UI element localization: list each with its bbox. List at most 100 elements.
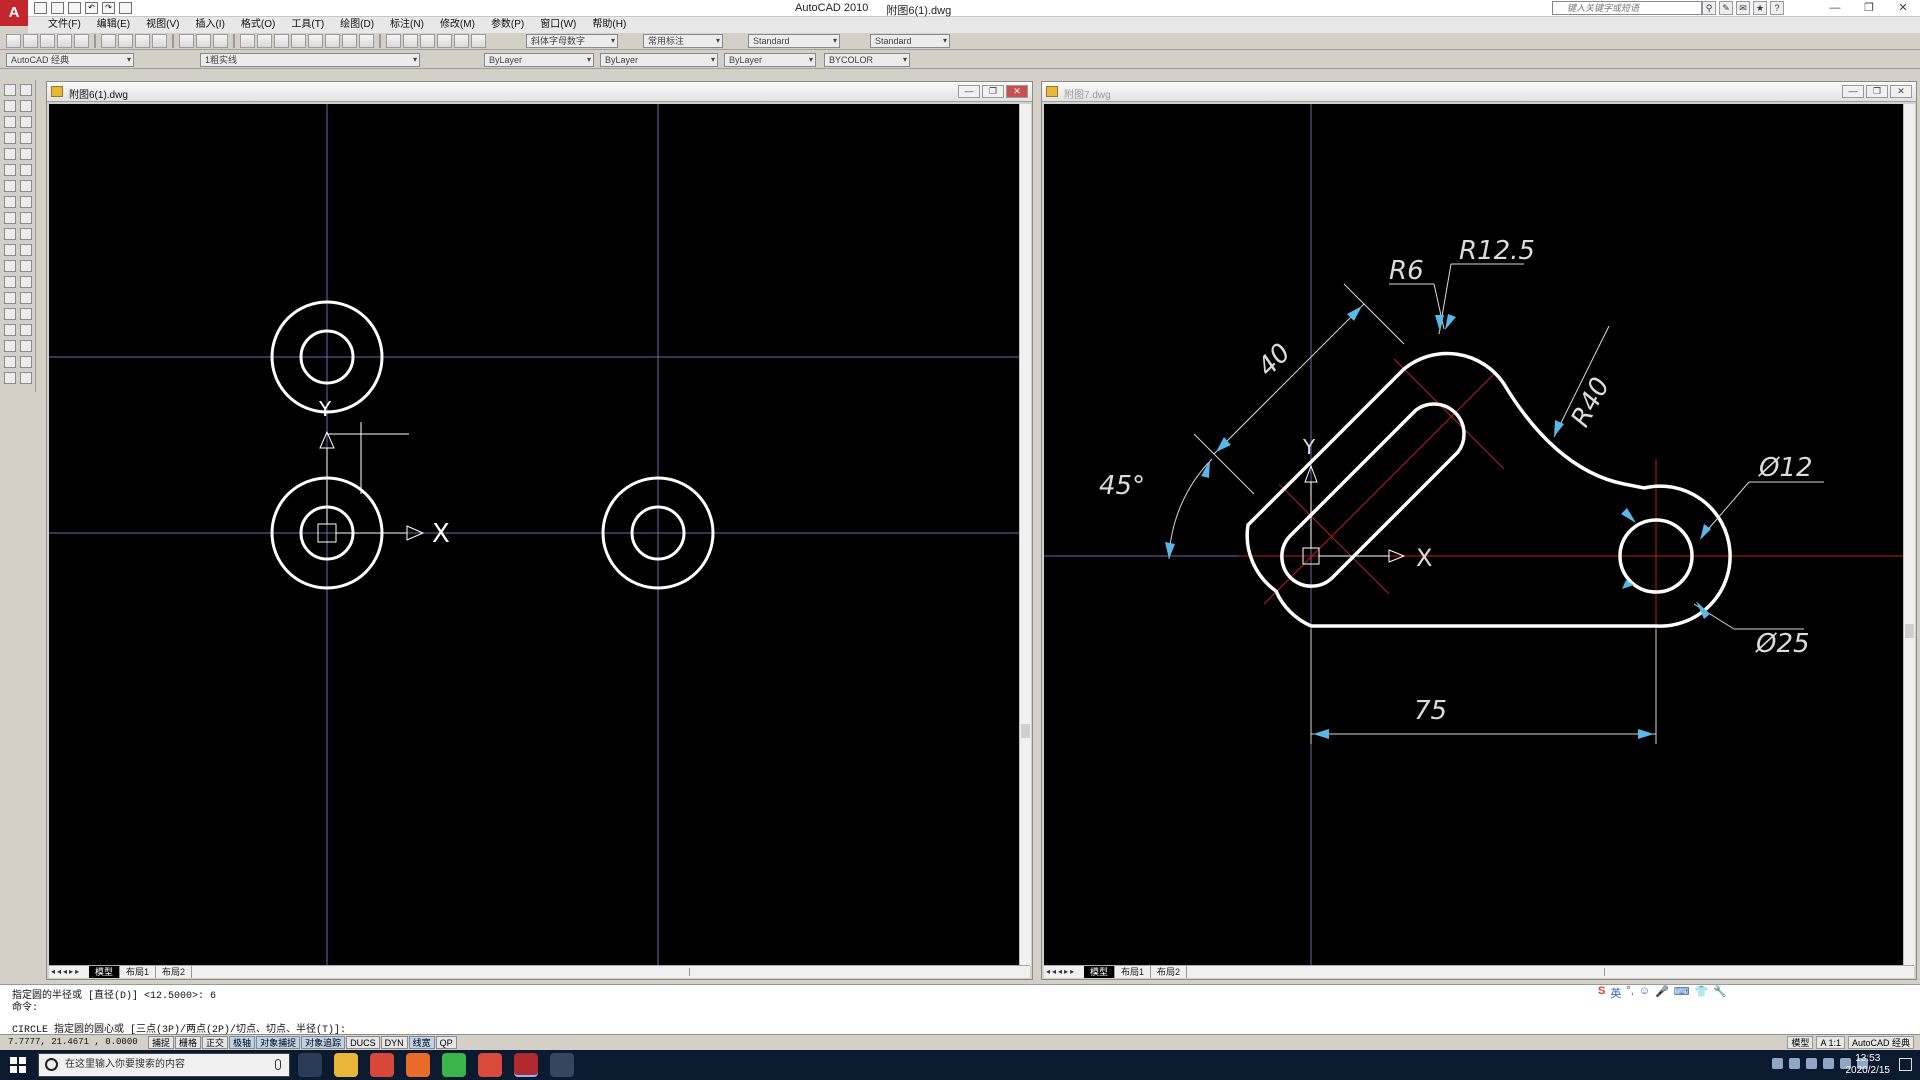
toolbar-button-icon[interactable] [74,34,89,48]
toolbar-button-icon[interactable] [94,34,96,48]
draw-tool-icon[interactable] [4,228,16,240]
modify-tool-icon[interactable] [20,132,32,144]
modify-tool-icon[interactable] [20,196,32,208]
close-button[interactable]: ✕ [1006,85,1028,98]
toolbar-button-icon[interactable] [118,34,133,48]
horizontal-scrollbar[interactable] [1604,968,1904,976]
draw-tool-icon[interactable] [4,292,16,304]
horizontal-scrollbar[interactable] [689,968,989,976]
draw-tool-icon[interactable] [4,196,16,208]
snap-toggle[interactable]: 捕捉 [148,1036,175,1049]
dyn-toggle[interactable]: DYN [380,1036,408,1049]
menu-format[interactable]: 格式(O) [233,17,283,33]
modify-tool-icon[interactable] [20,228,32,240]
binoculars-icon[interactable]: ⚲ [1702,1,1716,15]
toolbar-button-icon[interactable] [308,34,323,48]
microphone-icon[interactable] [275,1059,281,1070]
close-button[interactable]: ✕ [1886,0,1920,17]
notification-icon[interactable] [1899,1058,1912,1071]
modify-tool-icon[interactable] [20,116,32,128]
sogou-icon[interactable]: S [1598,985,1605,1000]
toolbar-button-icon[interactable] [420,34,435,48]
vertical-scrollbar[interactable] [1019,104,1031,966]
close-button[interactable]: ✕ [1890,85,1912,98]
modify-tool-icon[interactable] [20,164,32,176]
maximize-button[interactable]: ❐ [1866,85,1888,98]
toolbar-button-icon[interactable] [471,34,486,48]
menu-window[interactable]: 窗口(W) [532,17,584,33]
ime-emoji-icon[interactable]: ☺ [1639,985,1650,1000]
menu-file[interactable]: 文件(F) [40,17,89,33]
toolbar-button-icon[interactable] [152,34,167,48]
modify-tool-icon[interactable] [20,308,32,320]
modify-tool-icon[interactable] [20,292,32,304]
draw-tool-icon[interactable] [4,164,16,176]
help-icon[interactable]: ? [1770,1,1784,15]
model-space-canvas[interactable]: 75 40 45° R6 R12.5 R40 Ø12 Ø25 X Y [1044,104,1904,966]
draw-tool-icon[interactable] [4,84,16,96]
communication-icon[interactable]: ✉ [1736,1,1750,15]
modify-tool-icon[interactable] [20,260,32,272]
menu-view[interactable]: 视图(V) [138,17,187,33]
toolbar-button-icon[interactable] [454,34,469,48]
tab-model[interactable]: 模型 [1084,966,1116,978]
tab-layout1[interactable]: 布局1 [1115,966,1152,978]
modify-tool-icon[interactable] [20,340,32,352]
task-view-icon[interactable] [298,1053,322,1077]
toolbar-button-icon[interactable] [6,34,21,48]
modify-tool-icon[interactable] [20,276,32,288]
draw-tool-icon[interactable] [4,212,16,224]
ime-voice-icon[interactable]: 🎤 [1655,985,1669,1000]
menu-draw[interactable]: 绘图(D) [332,17,382,33]
menu-edit[interactable]: 编辑(E) [89,17,138,33]
toolbar-button-icon[interactable] [257,34,272,48]
dim-style-combo[interactable]: 常用标注 [643,34,723,48]
ducs-toggle[interactable]: DUCS [346,1036,380,1049]
modify-tool-icon[interactable] [20,100,32,112]
menu-insert[interactable]: 插入(I) [187,17,232,33]
toolbar-button-icon[interactable] [240,34,255,48]
toolbar-button-icon[interactable] [291,34,306,48]
toolbar-button-icon[interactable] [379,34,381,48]
table-style-combo[interactable]: Standard [748,34,840,48]
modify-tool-icon[interactable] [20,356,32,368]
ortho-toggle[interactable]: 正交 [202,1036,229,1049]
minimize-button[interactable]: — [1842,85,1864,98]
ime-language[interactable]: 英 [1610,985,1621,1000]
plotstyle-combo[interactable]: BYCOLOR [824,53,910,67]
mleader-style-combo[interactable]: Standard [870,34,950,48]
ime-punct-icon[interactable]: °, [1626,985,1633,1000]
workspace-combo[interactable]: AutoCAD 经典 [6,53,134,67]
maximize-button[interactable]: ❐ [982,85,1004,98]
polar-toggle[interactable]: 极轴 [229,1036,256,1049]
help-search-input[interactable]: 键入关键字或短语 [1552,1,1702,15]
tab-nav-arrows[interactable]: ◂◂◂▸▸ [1046,967,1076,976]
toolbar-button-icon[interactable] [57,34,72,48]
draw-tool-icon[interactable] [4,132,16,144]
tray-icon[interactable] [1772,1058,1783,1069]
workspace-switch[interactable]: AutoCAD 经典 [1847,1036,1914,1049]
draw-tool-icon[interactable] [4,276,16,288]
model-button[interactable]: 模型 [1787,1036,1814,1049]
modify-tool-icon[interactable] [20,244,32,256]
osnap-toggle[interactable]: 对象捕捉 [256,1036,301,1049]
draw-tool-icon[interactable] [4,308,16,320]
wechat-icon[interactable] [442,1053,466,1077]
draw-tool-icon[interactable] [4,180,16,192]
restore-button[interactable]: ❐ [1852,0,1886,17]
tab-model[interactable]: 模型 [89,966,121,978]
clock[interactable]: 13:53 2020/2/15 [1846,1053,1891,1077]
new-icon[interactable] [34,2,47,14]
command-line[interactable]: 指定圆的半径或 [直径(D)] <12.5000>: 6 命令: CIRCLE … [0,984,1920,1038]
app-icon[interactable] [550,1053,574,1077]
minimize-button[interactable]: — [1818,0,1852,17]
toolbar-button-icon[interactable] [101,34,116,48]
menu-parameters[interactable]: 参数(P) [483,17,532,33]
draw-tool-icon[interactable] [4,340,16,352]
subscription-icon[interactable]: ✎ [1719,1,1733,15]
tray-icon[interactable] [1806,1058,1817,1069]
toolbar-button-icon[interactable] [325,34,340,48]
favorites-icon[interactable]: ★ [1753,1,1767,15]
firefox-icon[interactable] [406,1053,430,1077]
toolbar-button-icon[interactable] [274,34,289,48]
